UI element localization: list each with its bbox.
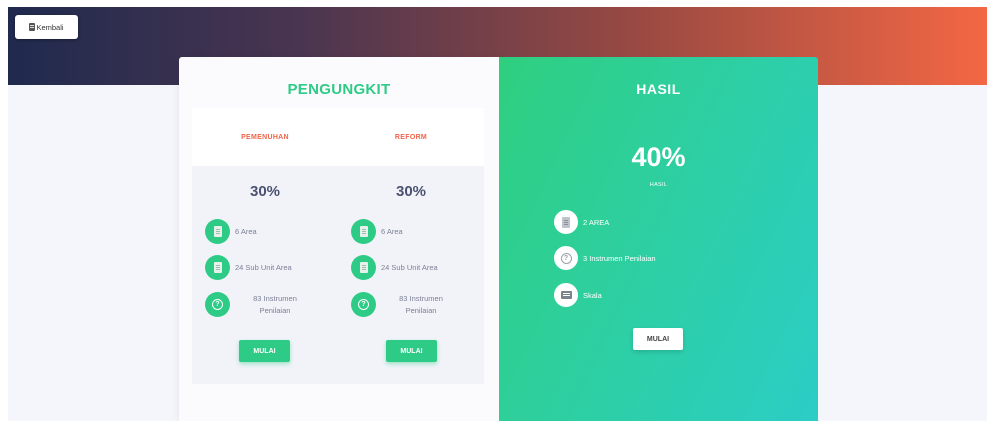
back-label: Kembali bbox=[36, 22, 64, 32]
pemenuhan-card: PEMENUHAN 30% 6 Area 24 Sub Unit Area ? … bbox=[192, 108, 338, 384]
hasil-panel: HASIL 40% HASIL 2 AREA ? 3 Instrumen Pen… bbox=[499, 57, 818, 421]
mulai-button-pemenuhan[interactable]: MULAI bbox=[239, 340, 290, 362]
hasil-instrumen: 3 Instrumen Penilaian bbox=[583, 253, 656, 263]
instrumen-line2: Penilaian bbox=[259, 305, 291, 315]
document-icon bbox=[29, 23, 36, 31]
instrumen-count: 83 Instrumen Penilaian bbox=[381, 293, 461, 317]
document-icon bbox=[205, 219, 230, 244]
document-icon bbox=[205, 255, 230, 280]
document-icon bbox=[351, 219, 376, 244]
hasil-percent: 40% bbox=[631, 142, 686, 172]
question-circle-icon: ? bbox=[554, 246, 578, 270]
question-circle-icon: ? bbox=[205, 292, 230, 317]
area-count: 6 Area bbox=[381, 226, 403, 236]
instrumen-row: ? 83 Instrumen Penilaian bbox=[205, 292, 315, 317]
hasil-skala-row: Skala bbox=[554, 283, 602, 307]
area-row: 6 Area bbox=[205, 219, 257, 244]
hasil-instrumen-row: ? 3 Instrumen Penilaian bbox=[554, 246, 656, 270]
hasil-skala: Skala bbox=[583, 290, 602, 300]
mulai-button-reform[interactable]: MULAI bbox=[386, 340, 437, 362]
instrumen-count: 83 Instrumen Penilaian bbox=[235, 293, 315, 317]
pengungkit-title: PENGUNGKIT bbox=[287, 81, 391, 98]
hasil-area-row: 2 AREA bbox=[554, 210, 609, 234]
hasil-percent-label: HASIL bbox=[649, 182, 668, 188]
area-row: 6 Area bbox=[351, 219, 403, 244]
question-circle-icon: ? bbox=[351, 292, 376, 317]
instrumen-line1: 83 Instrumen bbox=[399, 293, 443, 303]
card-percent: 30% bbox=[395, 183, 427, 200]
card-percent: 30% bbox=[249, 183, 281, 200]
page-frame: Kembali PENGUNGKIT PEMENUHAN 30% 6 Area … bbox=[8, 7, 987, 421]
back-button[interactable]: Kembali bbox=[15, 15, 78, 39]
sub-unit-row: 24 Sub Unit Area bbox=[205, 255, 292, 280]
instrumen-line1: 83 Instrumen bbox=[253, 293, 297, 303]
card-title: REFORM bbox=[338, 108, 484, 166]
sub-unit-row: 24 Sub Unit Area bbox=[351, 255, 438, 280]
mulai-button-hasil[interactable]: MULAI bbox=[633, 328, 683, 350]
pengungkit-panel: PENGUNGKIT PEMENUHAN 30% 6 Area 24 Sub U… bbox=[179, 57, 499, 421]
scale-icon bbox=[554, 283, 578, 307]
area-count: 6 Area bbox=[235, 226, 257, 236]
document-icon bbox=[351, 255, 376, 280]
sub-unit-count: 24 Sub Unit Area bbox=[235, 262, 292, 272]
instrumen-line2: Penilaian bbox=[405, 305, 437, 315]
sub-unit-count: 24 Sub Unit Area bbox=[381, 262, 438, 272]
instrumen-row: ? 83 Instrumen Penilaian bbox=[351, 292, 461, 317]
hasil-title: HASIL bbox=[636, 81, 681, 97]
reform-card: REFORM 30% 6 Area 24 Sub Unit Area ? 83 … bbox=[338, 108, 484, 384]
document-icon bbox=[554, 210, 578, 234]
card-title: PEMENUHAN bbox=[192, 108, 338, 166]
hasil-area: 2 AREA bbox=[583, 217, 610, 227]
